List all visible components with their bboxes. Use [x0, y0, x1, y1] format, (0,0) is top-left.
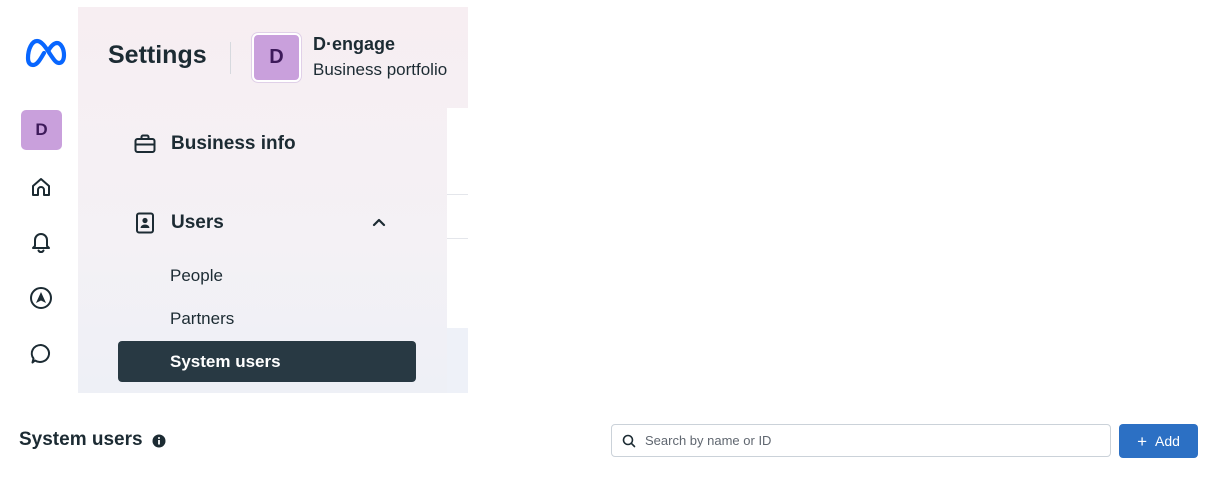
page: D Settings D D·engage Business portfolio… [0, 0, 1222, 480]
nav-label-users: Users [171, 212, 224, 233]
chevron-up-icon[interactable] [371, 214, 387, 230]
business-name[interactable]: D·engage [313, 34, 395, 55]
add-button-label: Add [1155, 433, 1180, 449]
nav-subitem-people[interactable]: People [170, 266, 223, 286]
user-badge-icon [136, 212, 154, 234]
business-avatar[interactable]: D [252, 33, 301, 82]
home-icon[interactable] [28, 174, 54, 200]
avatar-letter: D [35, 120, 48, 139]
title-divider [230, 42, 231, 74]
nav-item-business-info[interactable]: Business info [133, 132, 296, 156]
bell-icon[interactable] [28, 229, 54, 255]
navigation-icon[interactable] [28, 285, 54, 311]
briefcase-icon [134, 134, 156, 153]
nav-subitem-partners[interactable]: Partners [170, 309, 234, 329]
nav-item-users[interactable]: Users [133, 211, 224, 235]
nav-subitem-system-users-label: System users [170, 352, 281, 371]
add-button[interactable]: + Add [1119, 424, 1198, 458]
nav-label-business-info: Business info [171, 133, 296, 154]
chat-bubble-icon[interactable] [28, 341, 54, 367]
content-edge [447, 108, 468, 328]
section-title: System users [19, 429, 143, 450]
plus-icon: + [1137, 431, 1147, 451]
search-input[interactable] [645, 426, 1110, 455]
search-box[interactable] [611, 424, 1111, 457]
content-edge-tint [447, 328, 468, 393]
business-initial: D [269, 46, 284, 68]
meta-logo-icon[interactable] [22, 34, 68, 70]
business-subtitle: Business portfolio [313, 60, 448, 79]
info-icon[interactable] [152, 434, 166, 448]
search-icon [622, 434, 636, 447]
page-title: Settings [108, 41, 207, 69]
business-avatar-small[interactable]: D [21, 110, 62, 150]
